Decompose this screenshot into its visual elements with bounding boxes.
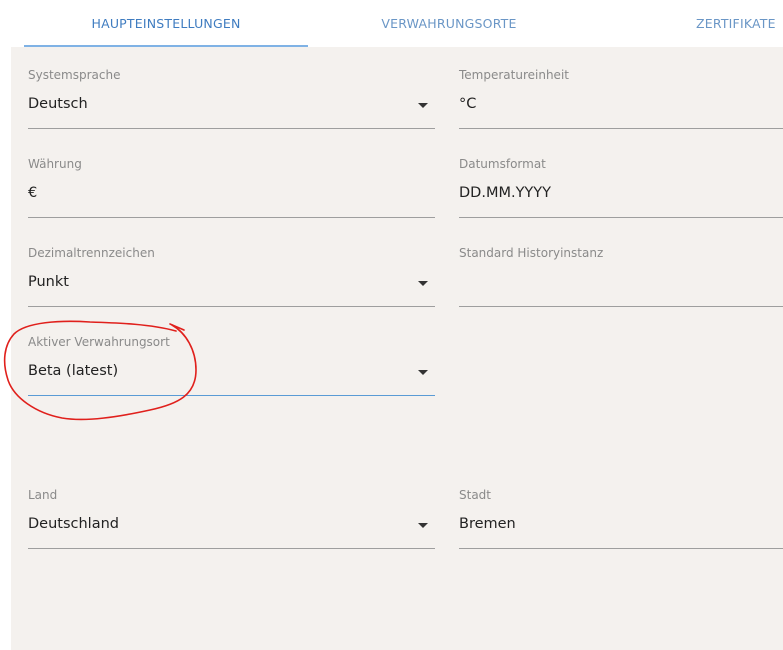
field-label: Datumsformat (459, 157, 546, 171)
systemsprache-select[interactable]: Systemsprache Deutsch (28, 68, 435, 130)
chevron-down-icon[interactable] (418, 281, 428, 286)
waehrung-field[interactable]: Währung € (28, 157, 435, 219)
field-underline (28, 306, 435, 307)
field-value: DD.MM.YYYY (459, 185, 551, 201)
tab-bar: HAUPTEINSTELLUNGEN VERWAHRUNGSORTE ZERTI… (11, 0, 783, 47)
field-value: Beta (latest) (28, 363, 119, 379)
field-underline (28, 395, 435, 396)
stadt-field[interactable]: Stadt Bremen (459, 488, 783, 550)
field-label: Temperatureinheit (459, 68, 569, 82)
field-label: Stadt (459, 488, 491, 502)
field-underline (459, 217, 783, 218)
datumsformat-field[interactable]: Datumsformat DD.MM.YYYY (459, 157, 783, 219)
standard-historyinstanz-field[interactable]: Standard Historyinstanz (459, 246, 783, 308)
field-value: Punkt (28, 274, 69, 290)
chevron-down-icon[interactable] (418, 103, 428, 108)
field-value: Bremen (459, 516, 516, 532)
field-label: Dezimaltrennzeichen (28, 246, 155, 260)
field-underline (28, 128, 435, 129)
temperatureinheit-field[interactable]: Temperatureinheit °C (459, 68, 783, 130)
tab-verwahrungsorte[interactable]: VERWAHRUNGSORTE (329, 0, 569, 47)
field-underline (28, 548, 435, 549)
land-select[interactable]: Land Deutschland (28, 488, 435, 550)
field-label: Aktiver Verwahrungsort (28, 335, 170, 349)
chevron-down-icon[interactable] (418, 370, 428, 375)
field-underline (459, 548, 783, 549)
field-label: Systemsprache (28, 68, 121, 82)
field-value: Deutsch (28, 96, 88, 112)
dezimaltrennzeichen-select[interactable]: Dezimaltrennzeichen Punkt (28, 246, 435, 308)
field-label: Währung (28, 157, 82, 171)
field-value: € (28, 185, 38, 201)
tab-haupteinstellungen[interactable]: HAUPTEINSTELLUNGEN (24, 0, 308, 47)
chevron-down-icon[interactable] (418, 523, 428, 528)
field-underline (28, 217, 435, 218)
field-value: °C (459, 96, 477, 112)
field-underline (459, 306, 783, 307)
field-value: Deutschland (28, 516, 119, 532)
settings-panel: Systemsprache Deutsch Temperatureinheit … (11, 47, 783, 650)
field-underline (459, 128, 783, 129)
tab-zertifikate[interactable]: ZERTIFIKATE (651, 0, 783, 47)
aktiver-verwahrungsort-select[interactable]: Aktiver Verwahrungsort Beta (latest) (28, 335, 435, 397)
field-label: Land (28, 488, 58, 502)
left-margin (0, 0, 11, 650)
field-label: Standard Historyinstanz (459, 246, 604, 260)
